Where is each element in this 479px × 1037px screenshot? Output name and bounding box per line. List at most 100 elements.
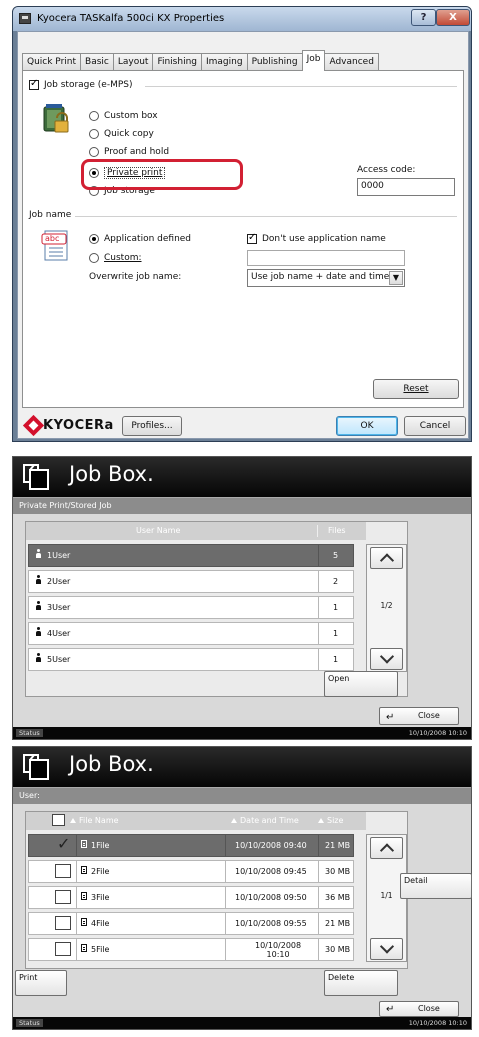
option-quick-copy[interactable]: Quick copy — [89, 129, 154, 139]
overwrite-job-name-select[interactable]: Use job name + date and time ▼ — [247, 269, 405, 287]
divider — [318, 939, 319, 960]
table-row[interactable]: 1File 10/10/2008 09:40 21 MB — [28, 833, 354, 857]
chevron-up-icon — [379, 843, 394, 858]
table-row[interactable]: 5File 10/10/2008 10:10 30 MB — [28, 938, 354, 961]
option-application-defined[interactable]: Application defined — [89, 234, 191, 244]
print-button[interactable]: Print — [15, 970, 67, 996]
table-header: File Name Date and Time Size — [26, 812, 366, 830]
divider — [225, 939, 226, 960]
col-size[interactable]: Size — [318, 812, 343, 830]
job-storage-checkbox[interactable] — [29, 78, 39, 90]
person-icon — [35, 545, 42, 566]
overwrite-label: Overwrite job name: — [89, 272, 182, 282]
chevron-down-icon — [379, 649, 394, 664]
col-date-label: Date and Time — [240, 816, 299, 825]
screen-header: Job Box. — [13, 747, 471, 787]
divider — [225, 861, 226, 882]
proof-and-hold-label: Proof and hold — [104, 147, 170, 157]
divider — [76, 835, 77, 856]
screen-header: Job Box. — [13, 457, 471, 497]
close-button[interactable]: ↵ Close — [379, 1001, 459, 1017]
divider — [318, 913, 319, 934]
col-files[interactable]: Files — [328, 522, 346, 540]
select-all-checkbox[interactable] — [52, 814, 65, 826]
scroll-up-button[interactable] — [370, 837, 403, 859]
scroll-down-button[interactable] — [370, 648, 403, 670]
help-button[interactable]: ? — [411, 9, 436, 26]
table-row[interactable]: 2File 10/10/2008 09:45 30 MB — [28, 860, 354, 883]
job-storage-label: Job storage (e-MPS) — [44, 80, 133, 90]
tab-quick-print[interactable]: Quick Print — [22, 53, 82, 71]
option-proof-and-hold[interactable]: Proof and hold — [89, 147, 169, 157]
row-checkbox[interactable] — [55, 916, 71, 930]
access-code-input[interactable]: 0000 — [357, 178, 455, 196]
table-row[interactable]: 5User 1 — [28, 648, 354, 671]
option-custom-box[interactable]: Custom box — [89, 111, 158, 121]
application-defined-label: Application defined — [104, 234, 192, 244]
cancel-button[interactable]: Cancel — [404, 416, 466, 436]
screen-subtitle: Private Print/Stored Job — [13, 497, 471, 514]
reset-button[interactable]: Reset — [373, 379, 459, 399]
detail-button[interactable]: Detail — [400, 873, 472, 899]
tab-advanced[interactable]: Advanced — [324, 53, 379, 71]
table-row[interactable]: 3File 10/10/2008 09:50 36 MB — [28, 886, 354, 909]
ok-button[interactable]: OK — [336, 416, 398, 436]
table-row[interactable]: 4User 1 — [28, 622, 354, 645]
row-checkbox[interactable] — [55, 942, 71, 956]
close-button[interactable]: ↵ Close — [379, 707, 459, 725]
document-icon-text: abc — [45, 234, 60, 243]
scroll-down-button[interactable] — [370, 938, 403, 960]
application-defined-radio[interactable] — [89, 234, 99, 244]
chevron-down-icon — [379, 939, 394, 954]
tab-publishing[interactable]: Publishing — [246, 53, 303, 71]
status-button[interactable]: Status — [16, 729, 43, 737]
table-row[interactable]: 3User 1 — [28, 596, 354, 619]
custom-box-radio[interactable] — [89, 111, 99, 121]
row-checkbox[interactable] — [55, 864, 71, 878]
file-count: 2 — [333, 577, 339, 586]
dropdown-arrow-icon[interactable]: ▼ — [389, 271, 403, 285]
file-size: 30 MB — [325, 867, 351, 876]
open-button[interactable]: Open — [324, 671, 398, 697]
col-file-name[interactable]: File Name — [70, 812, 119, 830]
screen-subtitle: User: — [13, 787, 471, 804]
table-row[interactable]: 2User 2 — [28, 570, 354, 593]
quick-copy-radio[interactable] — [89, 129, 99, 139]
screen-title: Job Box. — [69, 462, 154, 486]
quick-copy-label: Quick copy — [104, 129, 154, 139]
table-row[interactable]: 1User 5 — [28, 544, 354, 567]
option-custom-name[interactable]: Custom: — [89, 253, 142, 263]
dont-use-app-name-checkbox[interactable] — [247, 232, 257, 244]
tab-job[interactable]: Job — [301, 50, 326, 71]
tab-imaging[interactable]: Imaging — [201, 53, 248, 71]
row-checkbox[interactable] — [55, 833, 71, 854]
job-box-icon — [23, 754, 49, 780]
properties-dialog: Kyocera TASKalfa 500ci KX Properties ? X… — [12, 6, 472, 442]
scroll-panel: 1/2 — [366, 544, 407, 672]
delete-button[interactable]: Delete — [324, 970, 398, 996]
custom-name-input[interactable] — [247, 250, 405, 266]
person-icon — [35, 623, 42, 644]
close-button[interactable]: X — [436, 9, 470, 26]
tab-finishing[interactable]: Finishing — [152, 53, 202, 71]
tab-layout[interactable]: Layout — [112, 53, 154, 71]
col-date-time[interactable]: Date and Time — [231, 812, 299, 830]
file-name: 1File — [91, 841, 110, 850]
proof-and-hold-radio[interactable] — [89, 147, 99, 157]
table-row[interactable]: 4File 10/10/2008 09:55 21 MB — [28, 912, 354, 935]
col-user-name[interactable]: User Name — [136, 522, 180, 540]
divider — [76, 913, 77, 934]
status-button[interactable]: Status — [16, 1019, 43, 1027]
close-label: Close — [418, 711, 440, 720]
tab-basic[interactable]: Basic — [80, 53, 114, 71]
job-storage-row[interactable]: Job storage (e-MPS) — [29, 78, 133, 90]
scroll-up-button[interactable] — [370, 547, 403, 569]
custom-name-radio[interactable] — [89, 253, 99, 263]
file-name: 5File — [91, 945, 110, 954]
kyocera-mark-icon — [22, 414, 45, 437]
divider — [318, 649, 319, 670]
row-checkbox[interactable] — [55, 890, 71, 904]
profiles-button[interactable]: Profiles... — [122, 416, 182, 436]
file-date-line1: 10/10/2008 — [255, 941, 302, 950]
dont-use-app-name-row[interactable]: Don't use application name — [247, 232, 386, 244]
